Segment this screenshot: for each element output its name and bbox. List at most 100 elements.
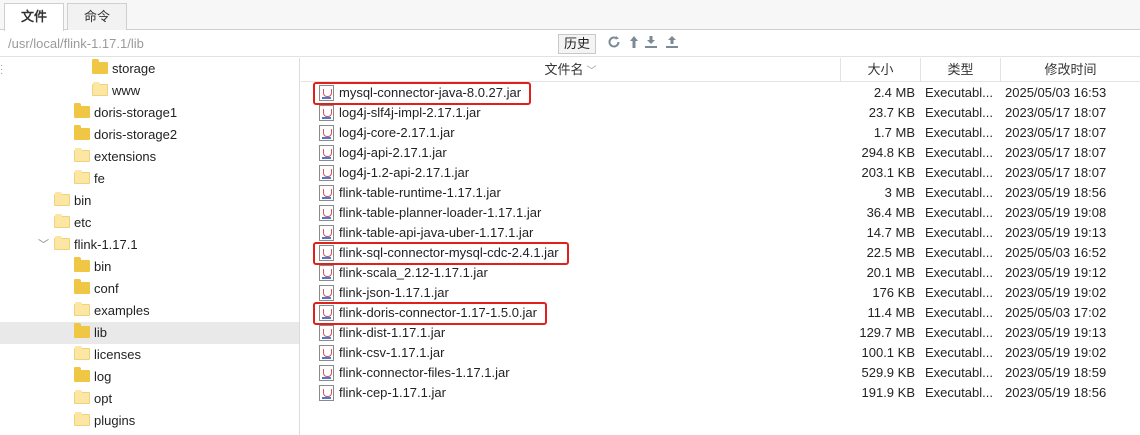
tree-item[interactable]: ﹀ flink-1.17.1 — [0, 234, 299, 256]
file-size: 23.7 KB — [868, 105, 915, 120]
folder-icon — [54, 214, 70, 228]
jar-file-icon — [319, 105, 334, 121]
jar-file-icon — [319, 285, 334, 301]
tab-commands[interactable]: 命令 — [67, 3, 127, 30]
tree-item[interactable]: lib — [0, 322, 299, 344]
file-mtime: 2023/05/19 19:02 — [1005, 285, 1107, 300]
tree-item-label: licenses — [94, 347, 141, 362]
tree-item[interactable]: log — [0, 366, 299, 388]
folder-icon — [74, 125, 90, 140]
file-type: Executabl... — [925, 85, 993, 100]
column-header-size[interactable]: 大小 — [841, 58, 921, 82]
file-row[interactable]: flink-cep-1.17.1.jar 191.9 KB Executabl...… — [301, 383, 1140, 403]
download-icon[interactable] — [643, 35, 659, 53]
tree-item[interactable]: examples — [0, 300, 299, 322]
jar-file-icon — [319, 345, 334, 361]
file-type: Executabl... — [925, 325, 993, 340]
jar-file-icon — [319, 145, 334, 161]
file-size: 294.8 KB — [861, 145, 916, 160]
file-size: 14.7 MB — [866, 225, 915, 240]
file-mtime: 2023/05/19 19:12 — [1005, 265, 1107, 280]
jar-file-icon — [319, 165, 334, 181]
tree-item[interactable]: bin — [0, 190, 299, 212]
tree-item[interactable]: licenses — [0, 344, 299, 366]
file-name: flink-scala_2.12-1.17.1.jar — [339, 265, 488, 280]
file-row[interactable]: flink-scala_2.12-1.17.1.jar 20.1 MB Execut… — [301, 263, 1140, 283]
file-type: Executabl... — [925, 165, 993, 180]
file-type: Executabl... — [925, 105, 993, 120]
file-mtime: 2023/05/19 18:59 — [1005, 365, 1107, 380]
tree-item[interactable]: opt — [0, 388, 299, 410]
file-mtime: 2023/05/17 18:07 — [1005, 165, 1107, 180]
file-row[interactable]: flink-dist-1.17.1.jar 129.7 MB Executabl..… — [301, 323, 1140, 343]
column-header-name[interactable]: 文件名 ﹀ — [301, 58, 841, 82]
chevron-down-icon[interactable]: ﹀ — [38, 236, 49, 252]
file-type: Executabl... — [925, 305, 993, 320]
tree-item[interactable]: doris-storage2 — [0, 124, 299, 146]
highlight-box — [313, 302, 547, 325]
tree-item-label: doris-storage2 — [94, 127, 178, 142]
file-row[interactable]: log4j-api-2.17.1.jar 294.8 KB Executabl...… — [301, 143, 1140, 163]
file-row[interactable]: flink-connector-files-1.17.1.jar 529.9 KB… — [301, 363, 1140, 383]
up-arrow-icon[interactable] — [626, 35, 642, 53]
tree-item[interactable]: www — [0, 80, 299, 102]
tree-item-label: flink-1.17.1 — [74, 237, 138, 252]
folder-icon — [74, 103, 90, 118]
file-row[interactable]: flink-table-planner-loader-1.17.1.jar 36.… — [301, 203, 1140, 223]
tree-item-label: conf — [94, 281, 119, 296]
tree-item-label: extensions — [94, 149, 157, 164]
file-row[interactable]: log4j-1.2-api-2.17.1.jar 203.1 KB Executab… — [301, 163, 1140, 183]
file-type: Executabl... — [925, 285, 993, 300]
tree-item[interactable]: doris-storage1 — [0, 102, 299, 124]
upload-icon[interactable] — [664, 35, 680, 53]
file-type: Executabl... — [925, 125, 993, 140]
file-list-header: 文件名 ﹀ 大小 类型 修改时间 — [301, 58, 1140, 82]
file-mtime: 2025/05/03 17:02 — [1005, 305, 1107, 320]
jar-file-icon — [319, 265, 334, 281]
file-row[interactable]: flink-json-1.17.1.jar 176 KB Executabl... 2… — [301, 283, 1140, 303]
file-row[interactable]: flink-table-runtime-1.17.1.jar 3 MB Execut… — [301, 183, 1140, 203]
file-size: 22.5 MB — [866, 245, 915, 260]
file-row[interactable]: flink-table-api-java-uber-1.17.1.jar 14.7… — [301, 223, 1140, 243]
tree-item[interactable]: bin — [0, 256, 299, 278]
tab-files[interactable]: 文件 — [4, 3, 64, 31]
tree-item[interactable]: etc — [0, 212, 299, 234]
column-header-mtime[interactable]: 修改时间 — [1001, 58, 1140, 82]
file-name: flink-dist-1.17.1.jar — [339, 325, 446, 340]
jar-file-icon — [319, 125, 334, 141]
jar-file-icon — [319, 185, 334, 201]
file-row[interactable]: log4j-core-2.17.1.jar 1.7 MB Executabl... 2… — [301, 123, 1140, 143]
tree-item-label: storage — [112, 61, 156, 76]
tree-item-label: plugins — [94, 413, 136, 428]
current-path[interactable]: /usr/local/flink-1.17.1/lib — [8, 36, 144, 51]
refresh-icon[interactable] — [606, 35, 622, 53]
folder-icon — [74, 279, 90, 294]
sort-chevron-icon: ﹀ — [586, 66, 597, 77]
folder-icon — [74, 367, 90, 382]
jar-file-icon — [319, 205, 334, 221]
file-name: log4j-core-2.17.1.jar — [339, 125, 455, 140]
jar-file-icon — [319, 385, 334, 401]
file-name: flink-table-planner-loader-1.17.1.jar — [339, 205, 542, 220]
file-row[interactable]: log4j-slf4j-impl-2.17.1.jar 23.7 KB Execut… — [301, 103, 1140, 123]
tree-item[interactable]: fe — [0, 168, 299, 190]
file-size: 20.1 MB — [866, 265, 915, 280]
folder-icon — [74, 346, 90, 360]
column-header-type[interactable]: 类型 — [921, 58, 1001, 82]
file-type: Executabl... — [925, 205, 993, 220]
tree-item[interactable]: plugins — [0, 410, 299, 432]
tree-item-label: etc — [74, 215, 92, 230]
folder-icon — [74, 323, 90, 338]
tree-item[interactable]: conf — [0, 278, 299, 300]
tree-item[interactable]: extensions — [0, 146, 299, 168]
history-button[interactable]: 历史 — [558, 34, 597, 54]
file-mtime: 2023/05/19 19:02 — [1005, 345, 1107, 360]
tree-item[interactable]: storage — [0, 58, 299, 80]
tree-item-label: opt — [94, 391, 113, 406]
file-size: 529.9 KB — [861, 365, 916, 380]
file-row[interactable]: flink-csv-1.17.1.jar 100.1 KB Executabl...… — [301, 343, 1140, 363]
jar-file-icon — [319, 325, 334, 341]
tree-item-label: bin — [74, 193, 92, 208]
file-type: Executabl... — [925, 265, 993, 280]
file-type: Executabl... — [925, 345, 993, 360]
